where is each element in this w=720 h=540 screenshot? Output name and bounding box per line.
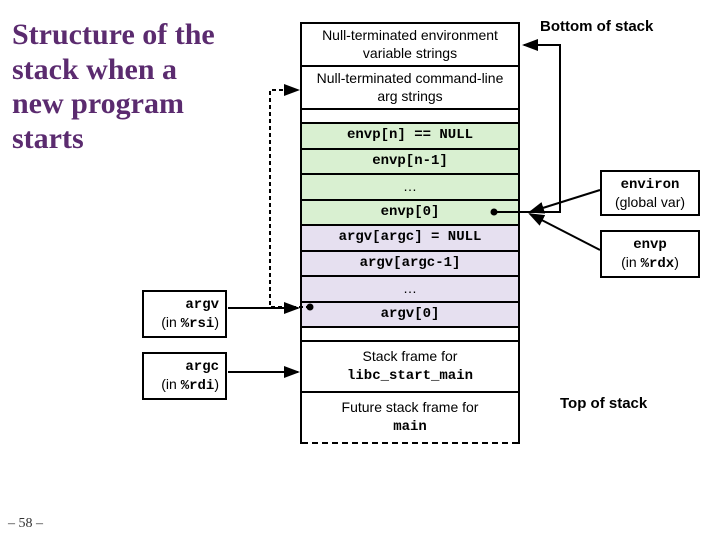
environ-box: environ (global var) (600, 170, 700, 216)
future-frame-line2: main (393, 419, 427, 435)
cell-argv-null: argv[argc] = NULL (302, 226, 518, 252)
stack-diagram: Null-terminated environment variable str… (300, 22, 520, 444)
argc-note: (in %rdi) (161, 376, 219, 392)
bottom-of-stack-label: Bottom of stack (540, 18, 653, 35)
environ-name: environ (621, 177, 680, 193)
future-frame-line1: Future stack frame for (342, 399, 479, 415)
cell-envp-0: envp[0] (302, 201, 518, 227)
environ-note: (global var) (615, 194, 685, 210)
envp-note: (in %rdx) (621, 254, 679, 270)
top-of-stack-label: Top of stack (560, 395, 647, 412)
cell-envp-dots: … (302, 175, 518, 201)
envp-name: envp (633, 237, 667, 253)
slide-number: – 58 – (8, 516, 43, 532)
cell-arg-strings: Null-terminated command-line arg strings (302, 67, 518, 110)
cell-argv-0: argv[0] (302, 303, 518, 329)
cell-gap-2 (302, 328, 518, 342)
envp-box: envp (in %rdx) (600, 230, 700, 278)
argv-note: (in %rsi) (161, 314, 219, 330)
argv-box: argv (in %rsi) (142, 290, 227, 338)
cell-argv-dots: … (302, 277, 518, 303)
cell-envp-last: envp[n-1] (302, 150, 518, 176)
libc-frame-line2: libc_start_main (347, 368, 473, 384)
argv-name: argv (185, 297, 219, 313)
cell-argv-last: argv[argc-1] (302, 252, 518, 278)
cell-envp-null: envp[n] == NULL (302, 124, 518, 150)
slide-title: Structure of the stack when a new progra… (12, 18, 232, 156)
cell-env-strings: Null-terminated environment variable str… (302, 24, 518, 67)
argc-box: argc (in %rdi) (142, 352, 227, 400)
cell-future-frame: Future stack frame for main (302, 393, 518, 444)
libc-frame-line1: Stack frame for (363, 348, 458, 364)
cell-libc-frame: Stack frame for libc_start_main (302, 342, 518, 393)
cell-gap-1 (302, 110, 518, 124)
argc-name: argc (185, 359, 219, 375)
